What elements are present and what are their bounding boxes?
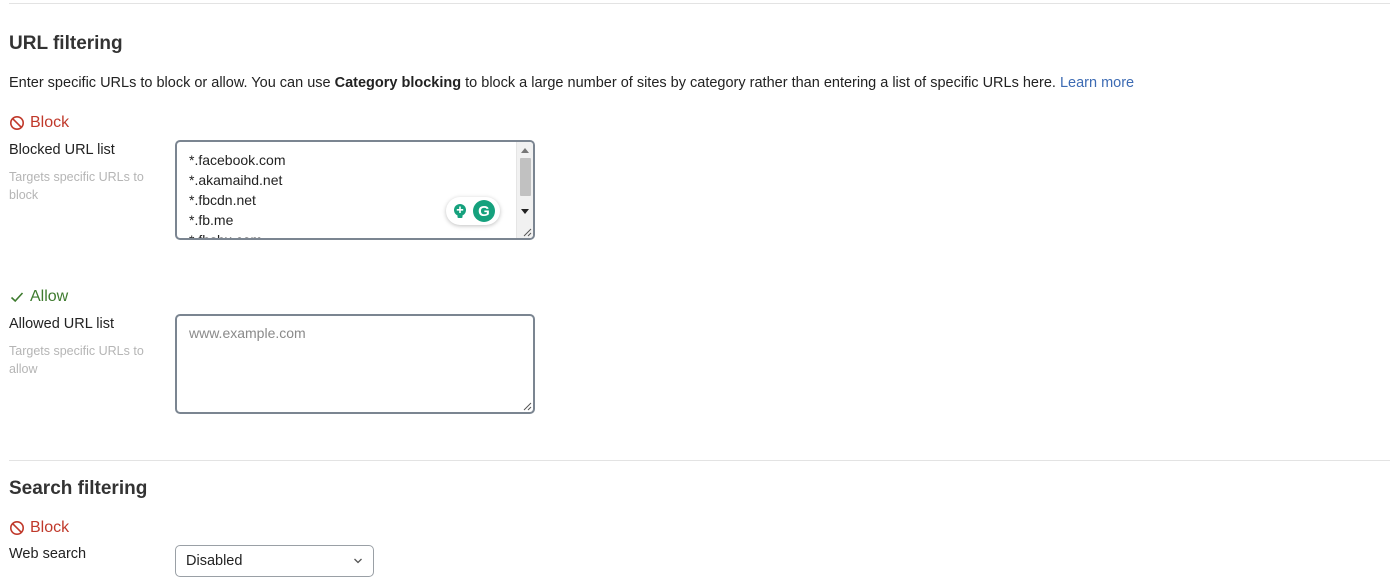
lightbulb-icon xyxy=(454,204,466,218)
web-search-select[interactable]: Disabled xyxy=(175,545,374,577)
textarea-scrollbar[interactable] xyxy=(516,142,533,238)
allowed-url-list-hint: Targets specific URLs to allow xyxy=(9,344,144,376)
block-status-label: Block xyxy=(30,114,70,131)
blocked-url-line: *.fbcdn.net xyxy=(189,192,256,208)
section-divider xyxy=(9,460,1390,461)
blocked-url-line: *.fbsbx.com xyxy=(189,232,263,240)
description-text-end: to block a large number of sites by cate… xyxy=(461,75,1056,91)
allow-status: Allow xyxy=(9,288,68,306)
blocked-url-line: *.fb.me xyxy=(189,212,234,228)
search-block-status-label: Block xyxy=(30,519,70,536)
prohibited-icon xyxy=(10,116,24,130)
grammarly-icon: G xyxy=(473,200,495,222)
blocked-url-list-label: Blocked URL list xyxy=(9,142,115,158)
search-filtering-heading: Search filtering xyxy=(9,478,148,499)
allowed-url-textarea[interactable]: www.example.com xyxy=(175,314,535,414)
web-search-value: Disabled xyxy=(186,553,243,569)
scroll-thumb[interactable] xyxy=(520,158,531,196)
chevron-down-icon xyxy=(354,558,362,564)
resize-handle-icon[interactable] xyxy=(522,401,532,411)
grammarly-widget[interactable]: G xyxy=(446,197,500,225)
block-status: Block xyxy=(9,114,69,132)
scroll-up-arrow-icon[interactable] xyxy=(521,148,529,153)
blocked-url-line: *.akamaihd.net xyxy=(189,172,283,188)
allow-status-label: Allow xyxy=(30,288,69,305)
blocked-url-textarea[interactable]: *.facebook.com *.akamaihd.net *.fbcdn.ne… xyxy=(175,140,535,240)
blocked-url-line: *.facebook.com xyxy=(189,152,286,168)
learn-more-link[interactable]: Learn more xyxy=(1060,75,1134,91)
allowed-url-list-label: Allowed URL list xyxy=(9,316,115,332)
url-filtering-heading: URL filtering xyxy=(9,33,123,54)
search-block-status: Block xyxy=(9,519,69,537)
checkmark-icon xyxy=(10,292,24,303)
url-filtering-description: Enter specific URLs to block or allow. Y… xyxy=(9,75,1134,91)
category-blocking-emphasis: Category blocking xyxy=(334,75,462,91)
blocked-url-list-hint: Targets specific URLs to block xyxy=(9,170,144,202)
web-search-label: Web search xyxy=(9,546,87,562)
description-text: Enter specific URLs to block or allow. Y… xyxy=(9,75,335,91)
prohibited-icon xyxy=(10,521,24,535)
allowed-url-placeholder: www.example.com xyxy=(189,325,306,341)
blocked-url-lines: *.facebook.com *.akamaihd.net *.fbcdn.ne… xyxy=(189,150,286,240)
resize-handle-icon[interactable] xyxy=(522,227,532,237)
top-divider xyxy=(9,3,1390,4)
scroll-down-arrow-icon[interactable] xyxy=(521,209,529,214)
